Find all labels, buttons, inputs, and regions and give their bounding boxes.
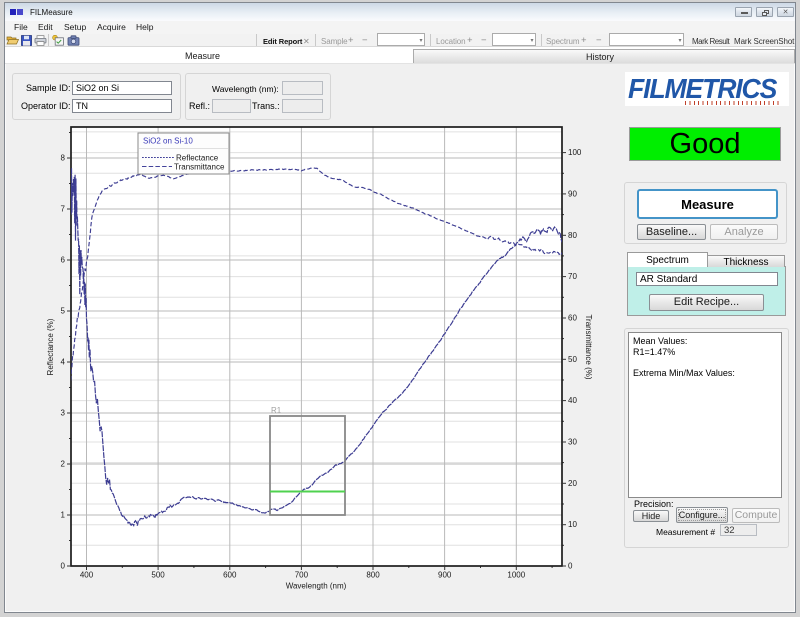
svg-text:4: 4 [61, 358, 66, 367]
svg-text:60: 60 [568, 314, 577, 323]
svg-text:R1: R1 [271, 406, 282, 415]
svg-text:700: 700 [295, 571, 309, 580]
svg-text:Wavelength (nm): Wavelength (nm) [286, 582, 347, 591]
svg-text:Reflectance (%): Reflectance (%) [46, 318, 55, 375]
svg-text:3: 3 [61, 409, 66, 418]
svg-text:600: 600 [223, 571, 237, 580]
svg-text:90: 90 [568, 189, 577, 198]
svg-text:6: 6 [61, 256, 66, 265]
svg-text:10: 10 [568, 520, 577, 529]
svg-text:80: 80 [568, 231, 577, 240]
svg-text:5: 5 [61, 307, 66, 316]
svg-text:8: 8 [61, 154, 66, 163]
svg-text:900: 900 [438, 571, 452, 580]
svg-text:Transmittance (%): Transmittance (%) [584, 314, 593, 379]
svg-text:Transmittance: Transmittance [174, 163, 225, 172]
svg-text:20: 20 [568, 479, 577, 488]
svg-text:30: 30 [568, 438, 577, 447]
svg-text:70: 70 [568, 272, 577, 281]
svg-text:50: 50 [568, 355, 577, 364]
svg-text:1000: 1000 [507, 571, 525, 580]
svg-text:Reflectance: Reflectance [176, 154, 219, 163]
svg-text:100: 100 [568, 148, 582, 157]
svg-text:SiO2 on Si-10: SiO2 on Si-10 [143, 137, 193, 146]
svg-text:800: 800 [366, 571, 380, 580]
svg-text:0: 0 [61, 562, 66, 571]
svg-text:7: 7 [61, 205, 66, 214]
svg-text:1: 1 [61, 511, 66, 520]
svg-text:2: 2 [61, 460, 66, 469]
svg-text:500: 500 [151, 571, 165, 580]
svg-text:400: 400 [80, 571, 94, 580]
svg-text:0: 0 [568, 562, 573, 571]
svg-text:40: 40 [568, 396, 577, 405]
